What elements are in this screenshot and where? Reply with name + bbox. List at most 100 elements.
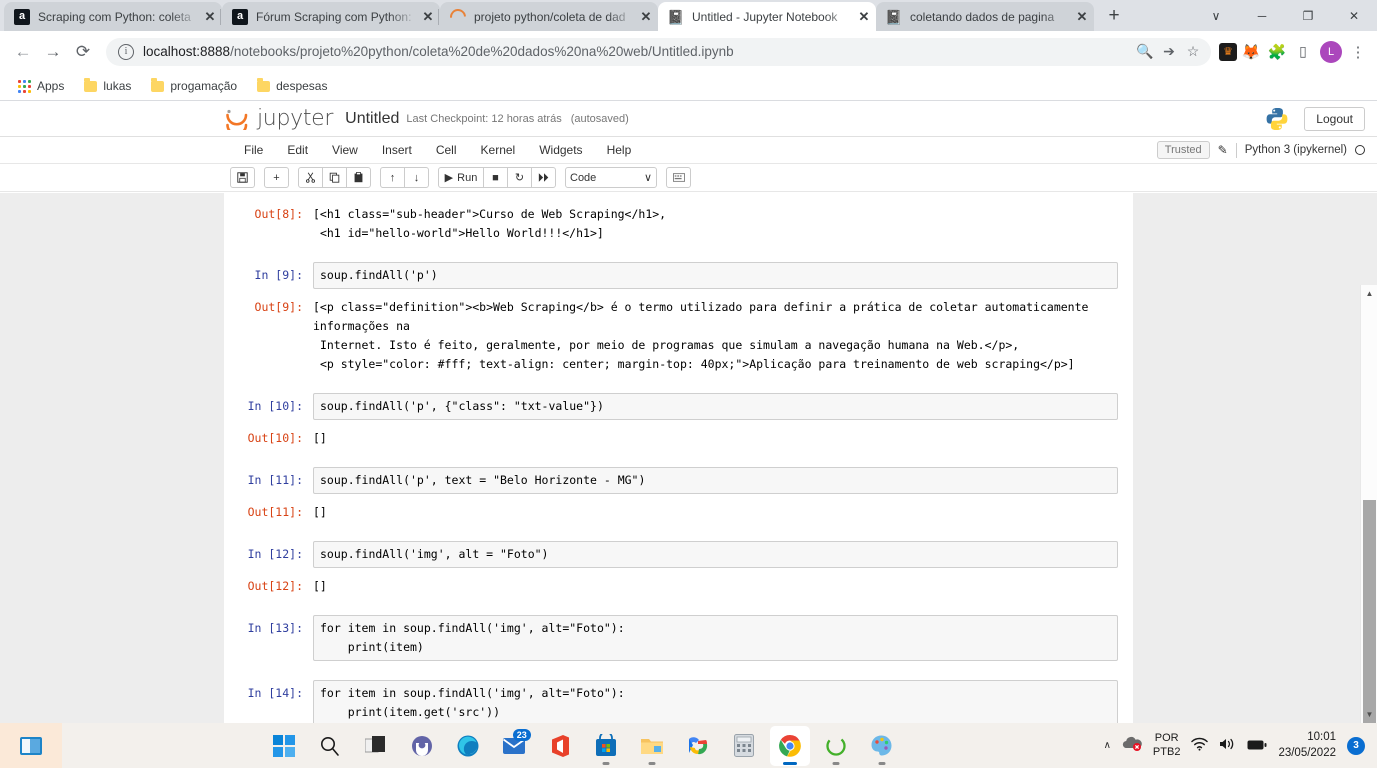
puzzle-extensions-icon[interactable]: 🧩 bbox=[1265, 40, 1289, 64]
avatar[interactable]: L bbox=[1320, 40, 1342, 63]
menu-widgets[interactable]: Widgets bbox=[527, 139, 594, 161]
close-tab-icon[interactable]: ✕ bbox=[854, 7, 874, 27]
menu-help[interactable]: Help bbox=[595, 139, 644, 161]
cut-cell-button[interactable] bbox=[298, 167, 323, 188]
input-cell-14[interactable]: In [14]: for item in soup.findAll('img',… bbox=[239, 680, 1118, 723]
chrome-menu-icon[interactable]: ⋮ bbox=[1347, 43, 1369, 61]
task-view-icon[interactable] bbox=[356, 726, 396, 766]
bookmark-lukas[interactable]: lukas bbox=[76, 76, 139, 96]
bookmark-star-icon[interactable]: ☆ bbox=[1181, 40, 1205, 64]
edit-pencil-icon[interactable]: ✎ bbox=[1218, 143, 1228, 157]
input-cell-11[interactable]: In [11]: soup.findAll('p', text = "Belo … bbox=[239, 467, 1118, 494]
input-cell-10[interactable]: In [10]: soup.findAll('p', {"class": "tx… bbox=[239, 393, 1118, 420]
site-info-icon[interactable]: i bbox=[118, 43, 134, 60]
run-cell-button[interactable]: ▶ Run bbox=[438, 167, 484, 188]
insert-cell-button[interactable]: + bbox=[264, 167, 289, 188]
browser-tab-4-active[interactable]: 📓 Untitled - Jupyter Notebook ✕ bbox=[658, 2, 876, 31]
back-icon[interactable]: ← bbox=[8, 37, 38, 67]
menu-edit[interactable]: Edit bbox=[275, 139, 320, 161]
browser-tab-2[interactable]: a Fórum Scraping com Python: ✕ bbox=[220, 2, 440, 31]
calculator-icon[interactable] bbox=[724, 726, 764, 766]
code-editor[interactable]: soup.findAll('p', {"class": "txt-value"}… bbox=[313, 393, 1118, 420]
notification-badge[interactable]: 3 bbox=[1347, 736, 1365, 755]
code-editor[interactable]: for item in soup.findAll('img', alt="Fot… bbox=[313, 680, 1118, 723]
file-explorer-icon[interactable] bbox=[632, 726, 672, 766]
input-cell-12[interactable]: In [12]: soup.findAll('img', alt = "Foto… bbox=[239, 541, 1118, 568]
command-palette-button[interactable] bbox=[666, 167, 691, 188]
fox-extension-icon[interactable]: 🦊 bbox=[1239, 40, 1263, 64]
code-editor[interactable]: soup.findAll('p') bbox=[313, 262, 1118, 289]
close-window-button[interactable]: ✕ bbox=[1331, 0, 1377, 31]
teams-icon[interactable] bbox=[402, 726, 442, 766]
input-cell-13[interactable]: In [13]: for item in soup.findAll('img',… bbox=[239, 615, 1118, 661]
bookmark-despesas[interactable]: despesas bbox=[249, 76, 335, 96]
trusted-badge[interactable]: Trusted bbox=[1156, 141, 1210, 159]
scroll-down-arrow-icon[interactable]: ▼ bbox=[1361, 706, 1377, 723]
tray-chevron-icon[interactable]: ∧ bbox=[1104, 740, 1111, 751]
taskbar-widgets-button[interactable] bbox=[0, 723, 62, 768]
notebook-name[interactable]: Untitled bbox=[345, 110, 399, 128]
share-icon[interactable]: ➔ bbox=[1157, 40, 1181, 64]
language-indicator[interactable]: POR PTB2 bbox=[1153, 732, 1181, 760]
close-tab-icon[interactable]: ✕ bbox=[1072, 7, 1092, 27]
paint-icon[interactable] bbox=[862, 726, 902, 766]
copy-cell-button[interactable] bbox=[322, 167, 347, 188]
menu-view[interactable]: View bbox=[320, 139, 370, 161]
address-bar[interactable]: i localhost:8888/notebooks/projeto%20pyt… bbox=[106, 37, 1211, 66]
scrollbar-thumb[interactable] bbox=[1363, 500, 1376, 723]
paste-cell-button[interactable] bbox=[346, 167, 371, 188]
restart-kernel-button[interactable]: ↻ bbox=[507, 167, 532, 188]
browser-tab-3[interactable]: projeto python/coleta de dad ✕ bbox=[438, 2, 658, 31]
cell-type-select[interactable]: Code ∨ bbox=[565, 167, 657, 188]
tab-title: Untitled - Jupyter Notebook bbox=[692, 9, 838, 24]
bookmark-apps[interactable]: Apps bbox=[10, 76, 72, 96]
notebook-scroll-area[interactable]: Out[8]: [<h1 class="sub-header">Curso de… bbox=[0, 193, 1377, 723]
search-icon[interactable] bbox=[310, 726, 350, 766]
jupyter-logo[interactable]: jupyter bbox=[224, 106, 333, 136]
browser-tab-1[interactable]: a Scraping com Python: coleta ✕ bbox=[4, 2, 222, 31]
battery-icon[interactable] bbox=[1247, 738, 1267, 754]
volume-icon[interactable] bbox=[1219, 737, 1236, 754]
input-cell-9[interactable]: In [9]: soup.findAll('p') bbox=[239, 262, 1118, 289]
scroll-up-arrow-icon[interactable]: ▲ bbox=[1361, 285, 1377, 302]
reload-icon[interactable]: ⟳ bbox=[68, 37, 98, 67]
close-tab-icon[interactable]: ✕ bbox=[200, 7, 220, 27]
office-icon[interactable] bbox=[540, 726, 580, 766]
save-button[interactable] bbox=[230, 167, 255, 188]
start-windows-icon[interactable] bbox=[264, 726, 304, 766]
close-tab-icon[interactable]: ✕ bbox=[636, 7, 656, 27]
move-cell-up-button[interactable]: ↑ bbox=[380, 167, 405, 188]
metamask-icon[interactable]: ♛ bbox=[1219, 42, 1237, 61]
vertical-scrollbar[interactable]: ▲ ▼ bbox=[1360, 285, 1377, 723]
onedrive-error-icon[interactable] bbox=[1122, 735, 1142, 756]
code-editor[interactable]: for item in soup.findAll('img', alt="Fot… bbox=[313, 615, 1118, 661]
code-editor[interactable]: soup.findAll('p', text = "Belo Horizonte… bbox=[313, 467, 1118, 494]
new-tab-button[interactable]: + bbox=[1100, 2, 1128, 30]
tab-search-chevron-icon[interactable]: ∨ bbox=[1193, 0, 1239, 31]
interrupt-kernel-button[interactable]: ■ bbox=[483, 167, 508, 188]
bookmark-progamacao[interactable]: progamação bbox=[143, 76, 245, 96]
chrome-icon[interactable] bbox=[769, 725, 810, 766]
side-panel-icon[interactable]: ▯ bbox=[1291, 40, 1315, 64]
code-editor[interactable]: soup.findAll('img', alt = "Foto") bbox=[313, 541, 1118, 568]
mail-icon[interactable]: 23 bbox=[494, 726, 534, 766]
menu-file[interactable]: File bbox=[232, 139, 275, 161]
microsoft-store-icon[interactable] bbox=[586, 726, 626, 766]
logout-button[interactable]: Logout bbox=[1304, 106, 1365, 131]
close-tab-icon[interactable]: ✕ bbox=[418, 7, 438, 27]
forward-icon[interactable]: → bbox=[38, 37, 68, 67]
edge-icon[interactable] bbox=[448, 726, 488, 766]
move-cell-down-button[interactable]: ↓ bbox=[404, 167, 429, 188]
minimize-button[interactable]: ─ bbox=[1239, 0, 1285, 31]
google-icon[interactable] bbox=[678, 726, 718, 766]
clock[interactable]: 10:01 23/05/2022 bbox=[1278, 730, 1336, 761]
menu-kernel[interactable]: Kernel bbox=[469, 139, 528, 161]
maximize-button[interactable]: ❐ bbox=[1285, 0, 1331, 31]
zoom-icon[interactable]: 🔍 bbox=[1133, 40, 1157, 64]
menu-cell[interactable]: Cell bbox=[424, 139, 469, 161]
jupyter-anaconda-icon[interactable] bbox=[816, 726, 856, 766]
menu-insert[interactable]: Insert bbox=[370, 139, 424, 161]
wifi-icon[interactable] bbox=[1191, 737, 1209, 754]
browser-tab-5[interactable]: 📓 coletando dados de pagina ✕ bbox=[876, 2, 1094, 31]
restart-and-run-all-button[interactable] bbox=[531, 167, 556, 188]
